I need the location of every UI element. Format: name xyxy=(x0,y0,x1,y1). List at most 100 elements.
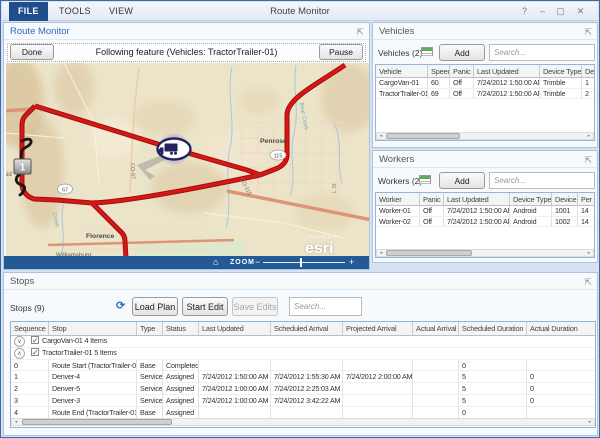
stops-group-row[interactable]: ∧✓TractorTrailer-01 5 Items xyxy=(11,348,595,360)
stops-table-row[interactable]: 4Route End (TractorTrailer-01)BaseAssign… xyxy=(11,407,595,419)
cell xyxy=(343,395,413,406)
cell: CargoVan-01 xyxy=(376,78,428,88)
close-button[interactable]: ✕ xyxy=(573,4,588,18)
column-header-device-id[interactable]: Device Id xyxy=(582,65,595,77)
table-row[interactable]: Worker-02Off7/24/2012 1:50:00 AMAndroid1… xyxy=(376,217,594,228)
stop-marker-1[interactable]: 1 xyxy=(14,159,31,174)
column-header-scheduled-duration[interactable]: Scheduled Duration xyxy=(459,322,527,335)
table-row[interactable]: TractorTrailer-0169Off7/24/2012 1:50:00 … xyxy=(376,89,594,100)
cell: Assigned xyxy=(163,407,199,418)
panel-title: Route Monitor xyxy=(10,26,70,37)
cell: Assigned xyxy=(163,371,199,382)
map-canvas: 1 67 115 CO-67 CO-115 L St Bear Creek Cr… xyxy=(6,63,369,256)
menu-tools[interactable]: TOOLS xyxy=(50,2,100,21)
collapse-chevron-icon[interactable]: ∧ xyxy=(14,348,25,359)
cell: Route End (TractorTrailer-01) xyxy=(49,407,137,418)
cell xyxy=(271,360,343,371)
workers-hscrollbar[interactable]: ◂ ▸ xyxy=(376,249,594,257)
cell: Base xyxy=(137,360,163,371)
cell: 0 xyxy=(459,407,527,418)
workers-search-input[interactable] xyxy=(489,172,595,189)
column-header-last-updated[interactable]: Last Updated xyxy=(474,65,540,77)
vehicles-search-input[interactable] xyxy=(489,44,595,61)
pin-icon[interactable]: ⇱ xyxy=(584,152,592,169)
home-icon[interactable]: ⌂ xyxy=(213,256,218,269)
stops-search-input[interactable] xyxy=(289,297,362,316)
add-worker-button[interactable]: Add xyxy=(439,172,485,189)
column-header-last-updated[interactable]: Last Updated xyxy=(444,193,510,205)
column-header-per-h[interactable]: Per H xyxy=(578,193,595,205)
pin-icon[interactable]: ⇱ xyxy=(584,24,592,41)
column-header-actual-arrival[interactable]: Actual Arrival xyxy=(413,322,459,335)
cell: 0 xyxy=(527,395,596,406)
stops-table-row[interactable]: 2Denver-5ServiceAssigned7/24/2012 1:00:0… xyxy=(11,383,595,395)
cell: 2 xyxy=(582,89,595,99)
cell: Off xyxy=(450,78,474,88)
group-visibility-checkbox[interactable]: ✓ xyxy=(31,348,39,356)
column-header-device-type[interactable]: Device Type xyxy=(540,65,582,77)
panel-title: Stops xyxy=(10,276,34,287)
save-edits-button[interactable]: Save Edits xyxy=(232,297,278,316)
pin-icon[interactable]: ⇱ xyxy=(356,24,364,41)
panel-title: Workers xyxy=(379,154,414,165)
help-button[interactable]: ? xyxy=(517,4,532,18)
pause-button[interactable]: Pause xyxy=(319,44,363,60)
stops-table-row[interactable]: 1Denver-4ServiceAssigned7/24/2012 1:50:0… xyxy=(11,371,595,383)
stops-panel-header: Stops ⇱ xyxy=(4,273,597,290)
vehicle-marker-tractortrailer[interactable] xyxy=(157,132,191,166)
column-header-vehicle[interactable]: Vehicle xyxy=(376,65,428,77)
cell xyxy=(413,383,459,394)
column-header-projected-arrival[interactable]: Projected Arrival xyxy=(343,322,413,335)
zoom-out-button[interactable]: − xyxy=(255,256,260,268)
column-header-device-id[interactable]: Device Id xyxy=(552,193,578,205)
maximize-button[interactable]: ▢ xyxy=(553,4,568,18)
minimize-button[interactable]: – xyxy=(535,4,550,18)
column-header-sequence[interactable]: Sequence xyxy=(11,322,49,335)
column-header-worker[interactable]: Worker xyxy=(376,193,420,205)
column-header-panic[interactable]: Panic xyxy=(450,65,474,77)
cell: 7/24/2012 1:50:00 AM xyxy=(474,89,540,99)
table-row[interactable]: Worker-01Off7/24/2012 1:50:00 AMAndroid1… xyxy=(376,206,594,217)
stops-group-row[interactable]: ∨✓CargoVan-01 4 Items xyxy=(11,336,595,348)
cell: 7/24/2012 1:00:00 AM xyxy=(199,395,271,406)
cell xyxy=(527,407,596,418)
column-header-scheduled-arrival[interactable]: Scheduled Arrival xyxy=(271,322,343,335)
powered-by-text: POWERED BY xyxy=(307,234,339,239)
stops-hscrollbar[interactable]: ◂ ▸ xyxy=(11,418,595,426)
zoom-in-button[interactable]: + xyxy=(349,256,354,268)
cell: 4 xyxy=(11,407,49,418)
column-header-panic[interactable]: Panic xyxy=(420,193,444,205)
group-visibility-checkbox[interactable]: ✓ xyxy=(31,336,39,344)
column-header-last-updated[interactable]: Last Updated xyxy=(199,322,271,335)
column-header-device-type[interactable]: Device Type xyxy=(510,193,552,205)
cell xyxy=(413,407,459,418)
cell: Off xyxy=(420,217,444,227)
menu-view[interactable]: VIEW xyxy=(100,2,142,21)
menu-file[interactable]: FILE xyxy=(9,2,48,21)
cell: 3 xyxy=(11,395,49,406)
table-row[interactable]: CargoVan-0160Off7/24/2012 1:50:00 AMTrim… xyxy=(376,78,594,89)
column-header-type[interactable]: Type xyxy=(137,322,163,335)
stops-table-row[interactable]: 0Route Start (TractorTrailer-01)BaseComp… xyxy=(11,360,595,372)
column-header-stop[interactable]: Stop xyxy=(49,322,137,335)
esri-logo: esri xyxy=(305,240,333,256)
layer-grid-icon xyxy=(419,175,431,184)
zoom-slider-handle[interactable] xyxy=(300,258,302,267)
refresh-icon[interactable]: ⟳ xyxy=(116,299,125,312)
column-header-status[interactable]: Status xyxy=(163,322,199,335)
add-vehicle-button[interactable]: Add xyxy=(439,44,485,61)
stops-table-row[interactable]: 3Denver-3ServiceAssigned7/24/2012 1:00:0… xyxy=(11,395,595,407)
zoom-slider-track[interactable] xyxy=(263,262,345,263)
cell: 7/24/2012 2:00:00 AM xyxy=(343,371,413,382)
cell: 7/24/2012 2:25:03 AM xyxy=(271,383,343,394)
vehicles-hscrollbar[interactable]: ◂ ▸ xyxy=(376,132,594,140)
pin-icon[interactable]: ⇱ xyxy=(584,274,592,291)
route-monitor-panel-header: Route Monitor ⇱ xyxy=(4,23,369,40)
map-viewport[interactable]: 1 67 115 CO-67 CO-115 L St Bear Creek Cr… xyxy=(6,63,369,256)
done-button[interactable]: Done xyxy=(10,44,54,60)
column-header-speed[interactable]: Speed xyxy=(428,65,450,77)
load-plan-button[interactable]: Load Plan xyxy=(132,297,178,316)
start-edit-button[interactable]: Start Edit xyxy=(182,297,228,316)
column-header-actual-duration[interactable]: Actual Duration xyxy=(527,322,596,335)
expand-chevron-icon[interactable]: ∨ xyxy=(14,336,25,347)
